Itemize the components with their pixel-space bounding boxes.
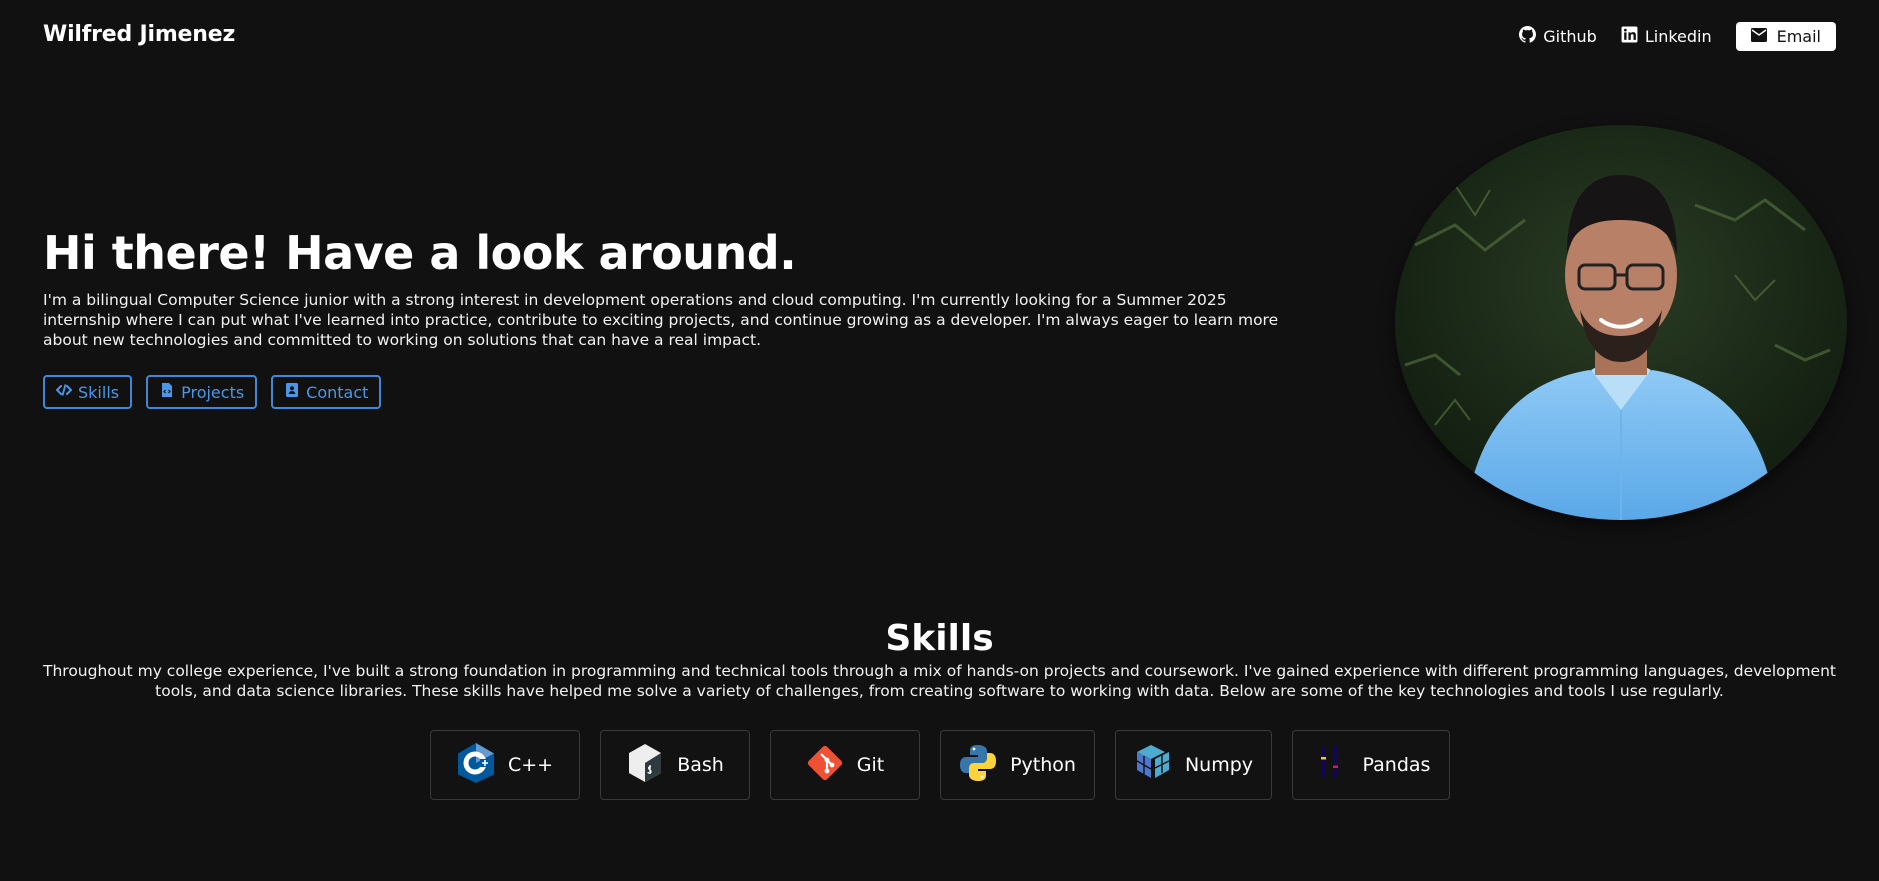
envelope-icon bbox=[1750, 27, 1767, 46]
skills-description: Throughout my college experience, I've b… bbox=[43, 662, 1836, 700]
github-link[interactable]: Github bbox=[1519, 26, 1597, 47]
hero-buttons: Skills Projects Contact bbox=[43, 375, 382, 409]
skill-label: Git bbox=[856, 754, 885, 776]
header-nav: Github Linkedin Email bbox=[1495, 22, 1836, 51]
pandas-icon bbox=[1311, 742, 1351, 789]
git-icon bbox=[805, 742, 845, 789]
site-brand[interactable]: Wilfred Jimenez bbox=[43, 22, 235, 47]
skill-label: Python bbox=[1010, 754, 1076, 776]
email-button-label: Email bbox=[1776, 27, 1821, 46]
projects-button-label: Projects bbox=[181, 382, 245, 402]
contact-button[interactable]: Contact bbox=[271, 375, 382, 409]
github-link-label: Github bbox=[1543, 27, 1597, 46]
python-icon bbox=[958, 742, 998, 789]
numpy-icon bbox=[1133, 742, 1173, 789]
skills-button[interactable]: Skills bbox=[43, 375, 133, 409]
hero-title: Hi there! Have a look around. bbox=[43, 226, 797, 280]
skill-card-bash: Bash bbox=[599, 730, 750, 800]
skills-section-title: Skills bbox=[885, 618, 994, 659]
github-icon bbox=[1519, 26, 1537, 47]
skill-card-python: Python bbox=[939, 730, 1095, 800]
hero-description: I'm a bilingual Computer Science junior … bbox=[43, 291, 1279, 349]
linkedin-link[interactable]: Linkedin bbox=[1621, 26, 1712, 47]
skill-card-pandas: Pandas bbox=[1291, 730, 1450, 800]
linkedin-icon bbox=[1621, 26, 1638, 47]
skill-label: Pandas bbox=[1362, 754, 1431, 776]
cpp-icon bbox=[456, 742, 496, 789]
bash-icon bbox=[625, 742, 665, 789]
skill-label: Bash bbox=[677, 754, 724, 776]
skill-label: C++ bbox=[507, 754, 554, 776]
skill-card-numpy: Numpy bbox=[1114, 730, 1272, 800]
code-icon bbox=[55, 382, 73, 402]
skill-card-git: Git bbox=[769, 730, 920, 800]
profile-photo bbox=[1395, 125, 1847, 520]
email-button[interactable]: Email bbox=[1735, 22, 1836, 51]
linkedin-link-label: Linkedin bbox=[1644, 27, 1712, 46]
contact-button-label: Contact bbox=[306, 382, 369, 402]
skill-card-cpp: C++ bbox=[429, 730, 580, 800]
skill-label: Numpy bbox=[1184, 754, 1254, 776]
site-header: Wilfred Jimenez Github Linkedin Email bbox=[0, 0, 1879, 72]
file-code-icon bbox=[159, 382, 175, 402]
skills-grid: C++ Bash Git Python Numpy Pandas bbox=[0, 730, 1879, 800]
skills-button-label: Skills bbox=[78, 382, 120, 402]
address-book-icon bbox=[284, 382, 300, 402]
projects-button[interactable]: Projects bbox=[146, 375, 258, 409]
